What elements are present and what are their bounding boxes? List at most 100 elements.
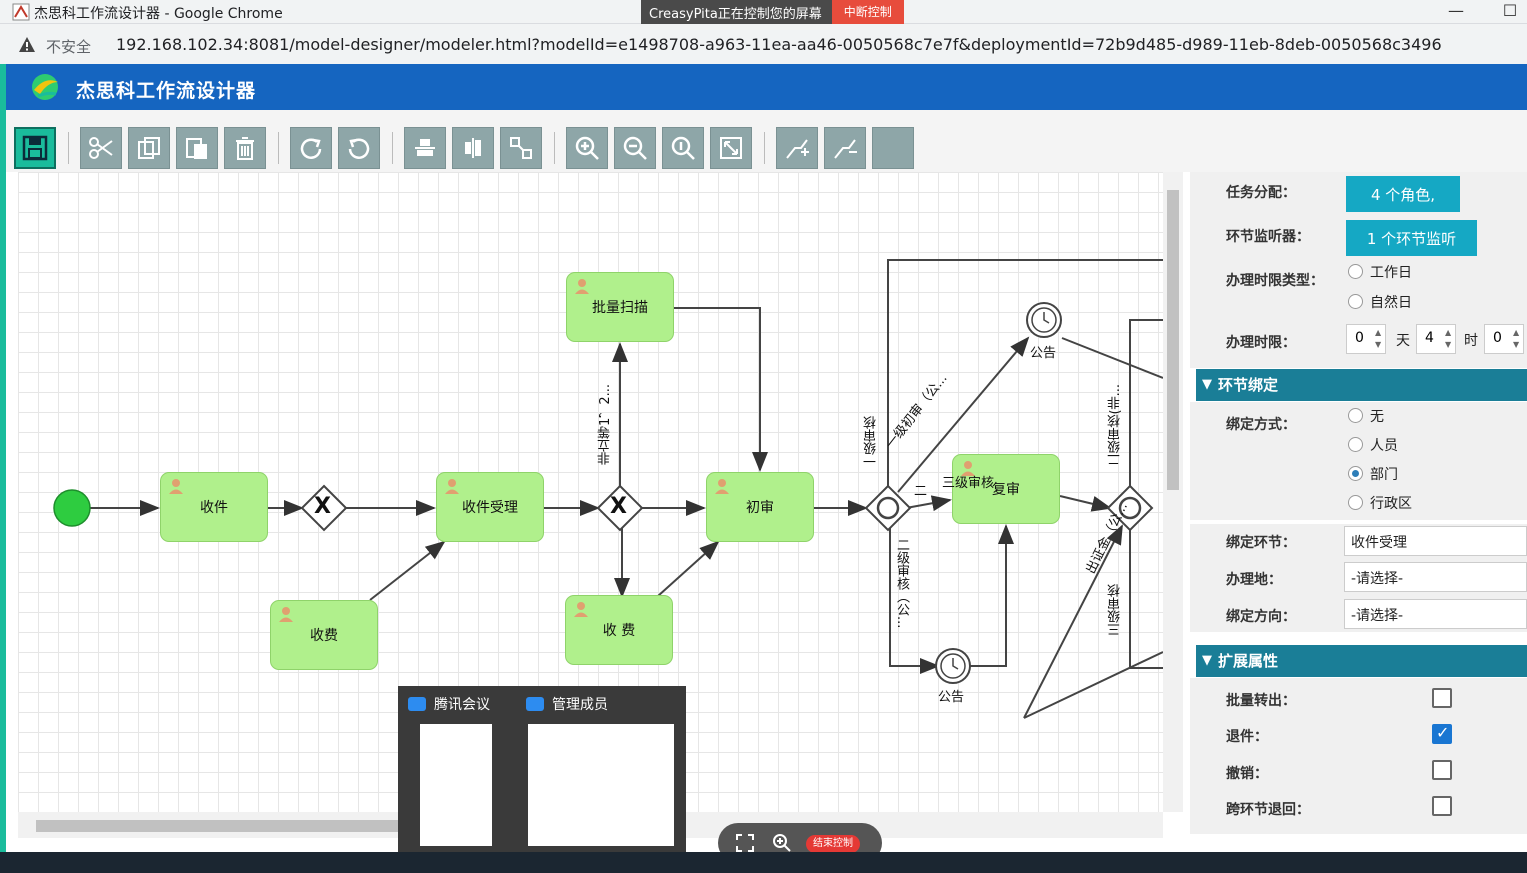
warning-icon [19,37,35,52]
extension-section-header[interactable]: ▼ 扩展属性 [1196,645,1527,677]
delete-icon [236,137,254,160]
extension-section-title: 扩展属性 [1218,652,1279,670]
screen-share-text: CreasyPita正在控制您的屏幕 [641,0,832,24]
inclusive-gateway-1[interactable] [864,484,912,532]
scroll-thumb[interactable] [36,820,416,832]
deadline-type-workday-radio[interactable] [1348,264,1363,279]
undo-button[interactable] [338,127,380,169]
paste-button[interactable] [176,127,218,169]
listener-label: 环节监听器： [1226,229,1310,245]
user-task-icon [169,479,183,494]
deadline-label: 办理时限： [1226,335,1296,351]
align-vertical-button[interactable] [452,127,494,169]
listener-button[interactable]: 1 个环节监听 [1346,220,1477,256]
manage-members-label: 管理成员 [552,697,608,713]
timer-label: 公告 [1030,346,1057,361]
batch-out-checkbox[interactable] [1432,688,1452,708]
deadline-type-option: 工作日 [1370,265,1412,281]
batch-out-label: 批量转出： [1226,693,1296,709]
user-task-icon [279,607,293,622]
save-icon [22,135,48,161]
save-button[interactable] [14,127,56,169]
task-chushen[interactable]: 初审 [706,472,814,542]
blank-button[interactable] [872,127,914,169]
paste-icon [186,138,207,159]
user-task-icon [715,479,729,494]
office-select[interactable]: -请选择- [1344,562,1527,592]
zoom-fit-button[interactable] [710,127,752,169]
zoom-out-button[interactable] [614,127,656,169]
binding-node-field[interactable]: 收件受理 [1344,526,1527,556]
deadline-days-stepper[interactable]: 0 [1346,324,1386,354]
timer-label: 公告 [938,690,965,705]
binding-mode-person-radio[interactable] [1348,437,1363,452]
end-control-button[interactable]: 结束控制 [806,835,860,853]
align-horizontal-button[interactable] [404,127,446,169]
browser-titlebar: 杰思科工作流设计器 - Google Chrome CreasyPita正在控制… [0,0,1527,24]
zoom-actual-button[interactable] [662,127,704,169]
timer-event-2[interactable] [935,648,971,684]
user-task-icon [445,479,459,494]
maximize-button[interactable]: ☐ [1490,0,1527,24]
chevron-down-icon: ▼ [1202,653,1212,668]
binding-mode-dept-radio[interactable] [1348,466,1363,481]
address-bar[interactable]: 不安全 192.168.102.34:8081/model-designer/m… [0,24,1527,64]
copy-button[interactable] [128,127,170,169]
timer-event-1[interactable] [1026,302,1062,338]
flow-label-second-right: 二级审核(非... [1108,384,1123,467]
task-shoujian[interactable]: 收件 [160,472,268,542]
scroll-thumb[interactable] [1167,190,1179,490]
designer-toolbar [6,110,1527,172]
task-shoufei-2[interactable]: 收 费 [565,595,673,665]
members-window-thumbnail[interactable] [528,724,674,846]
same-size-button[interactable] [500,127,542,169]
window-title: 杰思科工作流设计器 - Google Chrome [34,6,283,22]
deadline-minutes-stepper[interactable]: 0 [1484,324,1524,354]
redo-button[interactable] [290,127,332,169]
stop-control-button[interactable]: 中断控制 [831,0,904,24]
binding-mode-region-radio[interactable] [1348,495,1363,510]
screen-share-banner: CreasyPita正在控制您的屏幕 中断控制 [641,0,904,24]
task-assign-row: 任务分配： 4 个角色, 环节监听器： 1 个环节监听 [1190,172,1527,258]
extension-rows: 批量转出： 退件： 撤销： 跨环节退回： [1190,678,1527,834]
meeting-app-item[interactable]: 腾讯会议 [408,694,490,714]
add-bendpoint-button[interactable] [776,127,818,169]
task-shoufei-1[interactable]: 收费 [270,600,378,670]
task-label: 收件受理 [462,500,518,516]
canvas-vertical-scrollbar[interactable] [1163,172,1183,812]
direction-select[interactable]: -请选择- [1344,599,1527,629]
binding-section-header[interactable]: ▼ 环节绑定 [1196,369,1527,401]
task-piliang-saomiao[interactable]: 批量扫描 [566,272,674,342]
zoom-in-button[interactable] [566,127,608,169]
task-assign-button[interactable]: 4 个角色, [1346,176,1460,212]
minimize-button[interactable]: — [1436,0,1476,24]
url-text[interactable]: 192.168.102.34:8081/model-designer/model… [116,35,1442,54]
deadline-hours-stepper[interactable]: 4 [1416,324,1456,354]
manage-members-item[interactable]: 管理成员 [526,694,608,714]
gateway-x-label: X [314,494,331,519]
cross-return-checkbox[interactable] [1432,796,1452,816]
return-checkbox[interactable] [1432,723,1452,744]
insecure-label: 不安全 [46,38,92,56]
binding-detail-rows: 绑定环节： 收件受理 办理地： -请选择- 绑定方向： -请选择- [1190,524,1527,632]
cut-button[interactable] [80,127,122,169]
app-header: 杰思科工作流设计器 [0,64,1527,110]
cancel-checkbox[interactable] [1432,760,1452,780]
delete-button[interactable] [224,127,266,169]
fullscreen-icon[interactable] [736,834,754,852]
flow-label-three-right: 三级审核 [1108,584,1123,636]
flow-label-second: 二 [914,484,928,499]
task-label: 收费 [310,628,338,644]
remove-bendpoint-button[interactable] [824,127,866,169]
cut-icon [89,137,113,159]
deadline-type-naturalday-radio[interactable] [1348,294,1363,309]
binding-mode-label: 绑定方式： [1226,417,1296,433]
zoom-icon[interactable] [772,833,792,853]
meeting-window-thumbnail[interactable] [420,724,492,846]
start-event[interactable] [53,489,91,527]
binding-mode-none-radio[interactable] [1348,408,1363,423]
align-horizontal-icon [415,139,435,156]
task-shoujian-shouli[interactable]: 收件受理 [436,472,544,542]
same-size-icon [510,137,532,159]
copy-icon [138,137,160,159]
